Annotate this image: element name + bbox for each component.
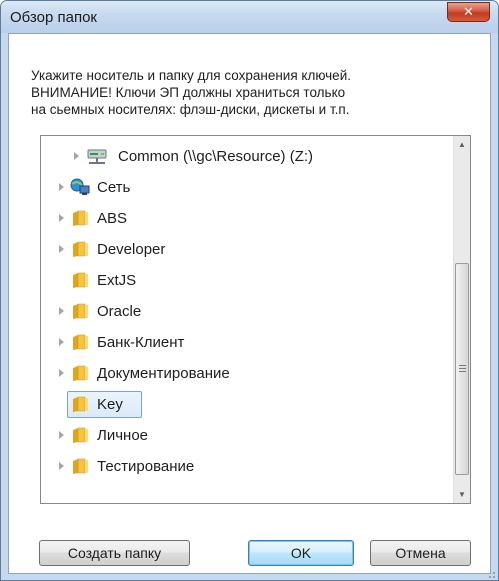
folder-icon [73, 334, 88, 350]
new-folder-button[interactable]: Создать папку [39, 540, 190, 566]
tree-item-bank-client[interactable]: Банк-Клиент [41, 327, 453, 358]
scroll-up-button[interactable]: ▲ [454, 136, 470, 153]
tree-item-network[interactable]: Сеть [41, 172, 453, 203]
resize-grip-icon[interactable] [486, 569, 496, 579]
close-button[interactable]: ✕ [447, 2, 490, 22]
tree-item-testing[interactable]: Тестирование [41, 451, 453, 482]
expand-arrow-icon[interactable] [59, 307, 64, 315]
network-icon [70, 178, 90, 195]
folder-tree[interactable]: Common (\\gc\Resource) (Z:) Сеть ABS Dev… [40, 135, 471, 504]
grip-line [459, 368, 466, 369]
tree-item-label: Key [97, 396, 123, 413]
expand-arrow-icon[interactable] [59, 183, 64, 191]
vertical-scrollbar[interactable]: ▲ ▼ [453, 136, 470, 503]
cancel-button[interactable]: Отмена [370, 540, 471, 566]
tree-item-label: ExtJS [97, 272, 137, 289]
folder-icon [73, 427, 88, 443]
folder-icon [73, 365, 88, 381]
tree-item-label: Документирование [97, 365, 230, 382]
tree-item-oracle[interactable]: Oracle [41, 296, 453, 327]
tree-item-label: Common (\\gc\Resource) (Z:) [118, 148, 314, 165]
instruction-line-1: Укажите носитель и папку для сохранения … [31, 68, 351, 83]
expand-arrow-icon[interactable] [59, 214, 64, 222]
tree-item-label: Сеть [97, 179, 131, 196]
expand-arrow-icon[interactable] [59, 462, 64, 470]
folder-icon [73, 241, 88, 257]
arrow-up-icon: ▲ [458, 140, 466, 149]
grip-line [459, 371, 466, 372]
network-drive-icon [87, 149, 107, 164]
expand-arrow-icon[interactable] [59, 369, 64, 377]
tree-item-label: ABS [97, 210, 128, 227]
expand-arrow-icon[interactable] [59, 245, 64, 253]
expand-arrow-icon[interactable] [59, 338, 64, 346]
tree-item-extjs[interactable]: ExtJS [41, 265, 453, 296]
tree-item-personal[interactable]: Личное [41, 420, 453, 451]
tree-item-key[interactable]: Key [41, 389, 453, 420]
window-title: Обзор папок [10, 9, 97, 26]
expand-arrow-icon[interactable] [74, 152, 79, 160]
title-bar[interactable]: Обзор папок ✕ [1, 1, 498, 33]
grip-line [459, 365, 466, 366]
tree-item-label: Oracle [97, 303, 142, 320]
ok-button[interactable]: OK [248, 540, 354, 566]
folder-icon [73, 303, 88, 319]
tree-item-common-drive[interactable]: Common (\\gc\Resource) (Z:) [41, 141, 453, 172]
tree-item-developer[interactable]: Developer [41, 234, 453, 265]
folder-icon [73, 458, 88, 474]
tree-item-label: Банк-Клиент [97, 334, 185, 351]
folder-icon [73, 272, 88, 288]
expand-arrow-icon[interactable] [59, 431, 64, 439]
instruction-line-2: ВНИМАНИЕ! Ключи ЭП должны храниться толь… [31, 85, 346, 100]
tree-item-documentation[interactable]: Документирование [41, 358, 453, 389]
folder-icon [73, 396, 88, 412]
scroll-down-button[interactable]: ▼ [454, 486, 470, 503]
instruction-line-3: на сьемных носителях: флэш-диски, дискет… [31, 102, 350, 117]
tree-item-label: Личное [97, 427, 149, 444]
tree-item-label: Тестирование [97, 458, 195, 475]
instruction-text: Укажите носитель и папку для сохранения … [31, 67, 461, 118]
tree-item-label: Developer [97, 241, 166, 258]
scroll-thumb[interactable] [455, 263, 469, 475]
arrow-down-icon: ▼ [458, 490, 466, 499]
close-icon: ✕ [463, 4, 474, 19]
folder-icon [73, 210, 88, 226]
tree-item-abs[interactable]: ABS [41, 203, 453, 234]
